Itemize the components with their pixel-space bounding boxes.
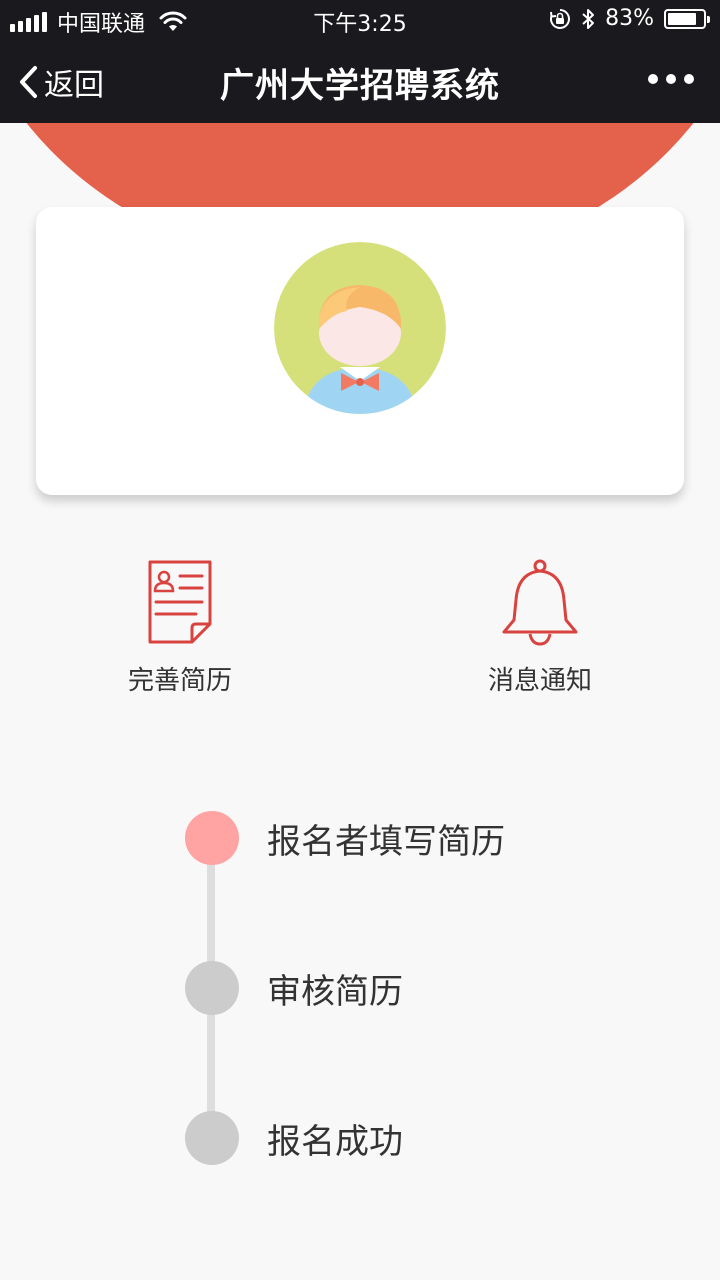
step-indicator — [185, 1111, 239, 1165]
notifications-button[interactable]: 消息通知 — [440, 558, 640, 697]
complete-resume-button[interactable]: 完善简历 — [80, 558, 280, 697]
profile-card — [36, 207, 684, 495]
battery-percent: 83% — [605, 6, 654, 31]
more-dot-icon — [648, 74, 658, 84]
step-item: 报名者填写简历 — [185, 811, 505, 865]
step-label: 报名者填写简历 — [267, 821, 505, 862]
more-dot-icon — [684, 74, 694, 84]
bluetooth-icon — [582, 8, 595, 29]
avatar[interactable] — [273, 241, 447, 415]
bell-icon — [502, 559, 578, 646]
battery-level — [668, 12, 697, 25]
notifications-label: 消息通知 — [487, 666, 592, 696]
step-item: 报名成功 — [185, 1111, 403, 1165]
more-dot-icon — [666, 74, 676, 84]
navigation-bar: 返回 广州大学招聘系统 — [0, 40, 720, 123]
more-menu-button[interactable] — [648, 74, 694, 84]
battery-icon — [664, 8, 710, 29]
resume-document-icon — [148, 560, 212, 644]
step-label: 审核简历 — [267, 971, 403, 1012]
step-indicator — [185, 811, 239, 865]
rotation-lock-icon — [550, 8, 571, 29]
step-item: 审核简历 — [185, 961, 403, 1015]
status-bar: 中国联通 下午3:25 83% — [0, 0, 720, 40]
step-indicator — [185, 961, 239, 1015]
page-title: 广州大学招聘系统 — [220, 66, 500, 106]
status-right: 83% — [549, 6, 710, 31]
step-label: 报名成功 — [267, 1121, 403, 1162]
complete-resume-label: 完善简历 — [127, 666, 232, 696]
